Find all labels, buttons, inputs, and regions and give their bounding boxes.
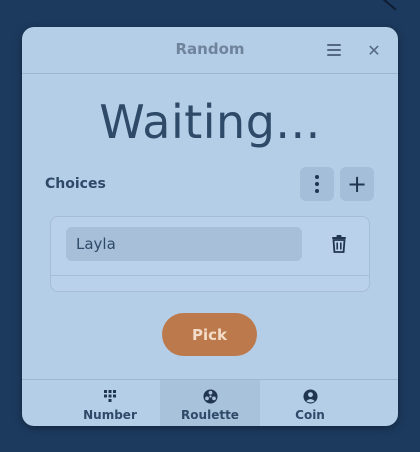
coin-icon	[302, 388, 318, 404]
dice-grid-icon	[102, 388, 118, 404]
status-display: Waiting...	[99, 95, 321, 149]
add-choice-button[interactable]: +	[340, 167, 374, 201]
desktop-decoration	[381, 0, 397, 11]
choice-entry[interactable]	[66, 227, 302, 261]
choice-row	[51, 217, 369, 276]
main-menu-button[interactable]	[320, 36, 348, 64]
hamburger-icon	[327, 44, 341, 56]
delete-choice-button[interactable]	[325, 230, 353, 258]
choices-more-button[interactable]	[300, 167, 334, 201]
close-button[interactable]: ✕	[360, 36, 388, 64]
more-vertical-icon	[315, 175, 319, 193]
tab-coin[interactable]: Coin	[260, 380, 360, 426]
tab-number[interactable]: Number	[60, 380, 160, 426]
roulette-icon	[202, 388, 218, 404]
header-bar: Random ✕	[22, 27, 398, 74]
plus-icon: +	[346, 170, 368, 198]
choices-heading: Choices	[45, 176, 106, 192]
app-window: Random ✕ Waiting... Choices + Layla Pick…	[22, 27, 398, 426]
tab-number-label: Number	[83, 408, 137, 422]
tab-roulette[interactable]: Roulette	[160, 380, 260, 426]
choices-list	[50, 216, 370, 292]
close-icon: ✕	[367, 40, 381, 60]
trash-icon	[332, 235, 346, 253]
view-switcher: Number Roulette Coin	[22, 379, 398, 426]
tab-coin-label: Coin	[295, 408, 325, 422]
tab-roulette-label: Roulette	[181, 408, 239, 422]
pick-button[interactable]: Pick	[162, 313, 257, 356]
